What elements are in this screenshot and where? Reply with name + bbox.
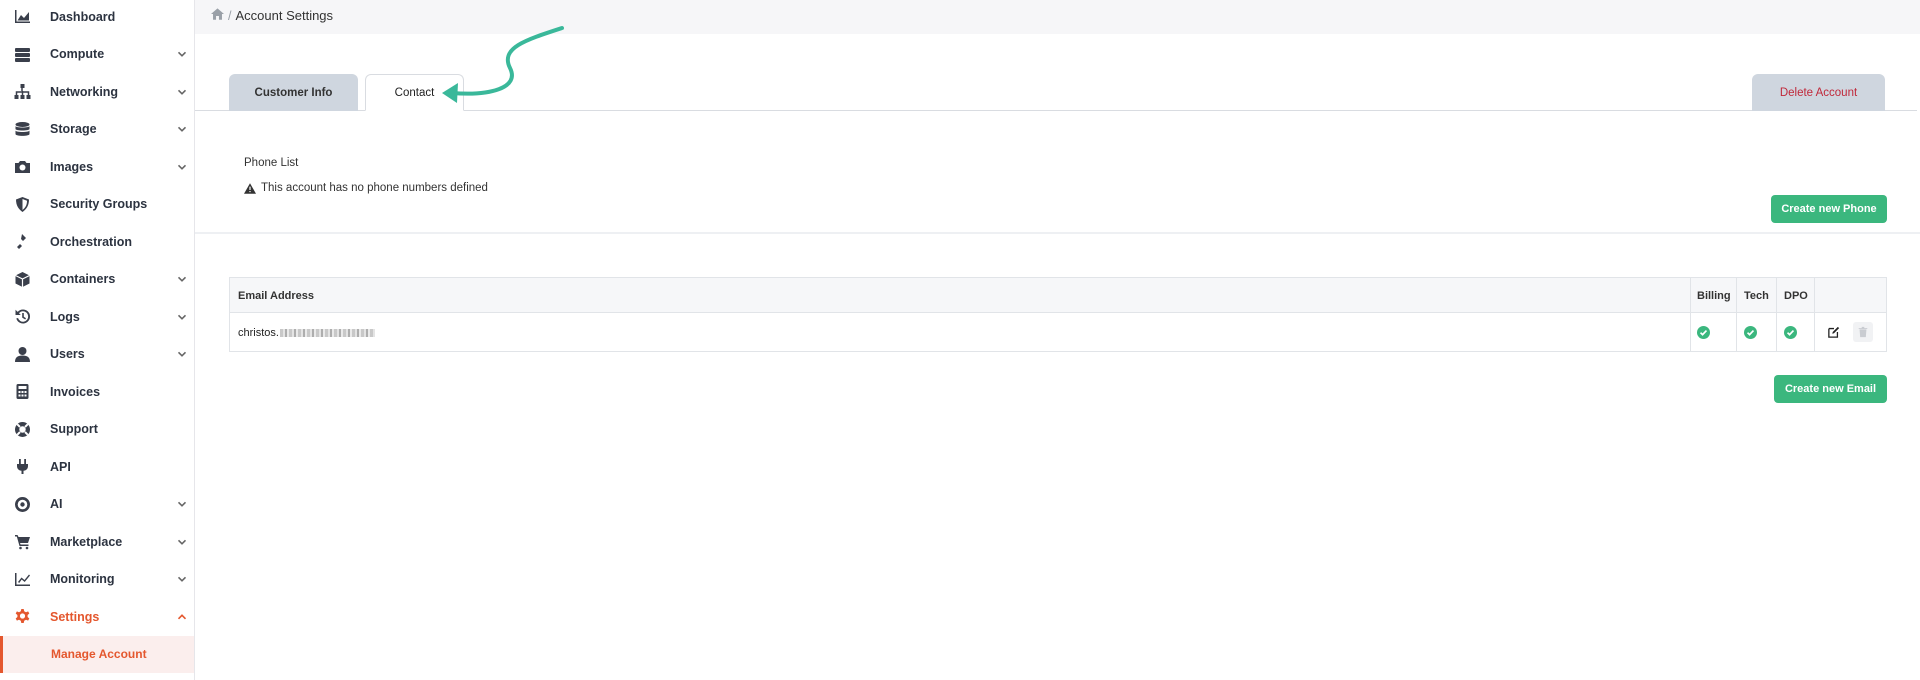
breadcrumb-separator: / <box>228 8 232 23</box>
email-table: Email Address Billing Tech DPO christos. <box>229 277 1887 352</box>
database-icon <box>12 119 32 139</box>
sidebar-item-label: Monitoring <box>50 572 115 586</box>
redacted-email <box>279 328 375 337</box>
sidebar-item-label: Storage <box>50 122 97 136</box>
create-email-button[interactable]: Create new Email <box>1774 375 1887 403</box>
server-icon <box>12 44 32 64</box>
chevron-down-icon <box>177 312 187 322</box>
sidebar-subitem-label: Manage Account <box>51 647 147 661</box>
create-phone-button[interactable]: Create new Phone <box>1771 195 1887 223</box>
line-chart-icon <box>12 569 32 589</box>
phone-empty-warning: This account has no phone numbers define… <box>244 182 488 194</box>
header-billing: Billing <box>1697 289 1731 302</box>
sidebar-item-label: Invoices <box>50 384 101 399</box>
sidebar-item-label: AI <box>50 497 63 511</box>
sidebar-item-users[interactable]: Users <box>0 336 194 373</box>
billing-check-icon <box>1697 326 1710 339</box>
phone-empty-message: This account has no phone numbers define… <box>261 182 488 194</box>
sidebar-item-dashboard[interactable]: Dashboard <box>0 0 194 35</box>
warning-icon <box>244 182 256 194</box>
email-table-header <box>230 278 1886 313</box>
delete-icon[interactable] <box>1853 322 1873 342</box>
dpo-check-icon <box>1784 326 1797 339</box>
ai-icon <box>12 494 32 514</box>
column-divider <box>1776 278 1777 351</box>
sidebar-item-compute[interactable]: Compute <box>0 36 194 73</box>
cart-icon <box>12 532 32 552</box>
sidebar-item-label: Orchestration <box>50 234 132 249</box>
breadcrumb-current: Account Settings <box>235 8 334 23</box>
sidebar-item-label: Networking <box>50 84 119 99</box>
table-row: christos. <box>238 314 375 351</box>
sidebar-item-networking[interactable]: Networking <box>0 73 194 110</box>
app-root: Dashboard Compute Networking Storage Images S… <box>0 0 1920 680</box>
header-dpo: DPO <box>1784 289 1808 302</box>
chevron-up-icon <box>177 612 187 622</box>
sidebar-item-security-groups[interactable]: Security Groups <box>0 186 194 223</box>
column-divider <box>1690 278 1691 351</box>
chevron-down-icon <box>177 87 187 97</box>
plug-icon <box>12 457 32 477</box>
chevron-down-icon <box>177 49 187 59</box>
sidebar-item-label: Support <box>50 422 98 436</box>
gear-icon <box>12 607 32 627</box>
sidebar-item-label: Images <box>50 159 94 174</box>
chevron-down-icon <box>177 162 187 172</box>
phone-list-title: Phone List <box>244 157 299 169</box>
sidebar-item-settings[interactable]: Settings <box>0 598 194 635</box>
section-divider <box>195 232 1920 234</box>
sidebar-item-label: Compute <box>50 47 105 61</box>
sidebar-item-marketplace[interactable]: Marketplace <box>0 523 194 560</box>
sidebar: Dashboard Compute Networking Storage Images S… <box>0 0 195 680</box>
chevron-down-icon <box>177 274 187 284</box>
sidebar-item-label: API <box>50 459 71 474</box>
cube-icon <box>12 269 32 289</box>
tab-delete-account[interactable]: Delete Account <box>1752 74 1885 111</box>
orchestration-icon <box>12 232 32 252</box>
sidebar-item-logs[interactable]: Logs <box>0 298 194 335</box>
sidebar-item-ai[interactable]: AI <box>0 486 194 523</box>
sidebar-item-support[interactable]: Support <box>0 411 194 448</box>
network-icon <box>12 82 32 102</box>
sidebar-item-label: Dashboard <box>50 9 116 24</box>
chevron-down-icon <box>177 499 187 509</box>
sidebar-item-containers[interactable]: Containers <box>0 261 194 298</box>
calculator-icon <box>12 382 32 402</box>
sidebar-item-label: Logs <box>50 309 80 324</box>
user-icon <box>12 344 32 364</box>
sidebar-item-label: Marketplace <box>50 534 123 549</box>
email-address: christos. <box>238 326 279 339</box>
header-tech: Tech <box>1744 289 1769 302</box>
sidebar-item-label: Security Groups <box>50 197 148 211</box>
header-email-address: Email Address <box>238 289 315 302</box>
sidebar-item-label: Users <box>50 347 85 361</box>
column-divider <box>1814 278 1815 351</box>
sidebar-item-orchestration[interactable]: Orchestration <box>0 223 194 260</box>
edit-icon[interactable] <box>1824 322 1844 342</box>
camera-icon <box>12 157 32 177</box>
column-divider <box>1736 278 1737 351</box>
annotation-arrow-icon <box>442 26 564 103</box>
chevron-down-icon <box>177 124 187 134</box>
tab-customer-info[interactable]: Customer Info <box>229 74 358 111</box>
sidebar-subitem-manage-account[interactable]: Manage Account <box>0 635 194 673</box>
sidebar-item-invoices[interactable]: Invoices <box>0 373 194 410</box>
history-icon <box>12 307 32 327</box>
sidebar-item-storage[interactable]: Storage <box>0 111 194 148</box>
chevron-down-icon <box>177 574 187 584</box>
sidebar-item-label: Containers <box>50 272 116 286</box>
sidebar-item-images[interactable]: Images <box>0 148 194 185</box>
lifebuoy-icon <box>12 419 32 439</box>
sidebar-item-label: Settings <box>50 609 100 624</box>
chevron-down-icon <box>177 349 187 359</box>
home-icon[interactable] <box>211 8 224 23</box>
chevron-down-icon <box>177 537 187 547</box>
tech-check-icon <box>1744 326 1757 339</box>
sidebar-item-api[interactable]: API <box>0 448 194 485</box>
chart-area-icon <box>12 7 32 27</box>
sidebar-item-monitoring[interactable]: Monitoring <box>0 561 194 598</box>
shield-icon <box>12 194 32 214</box>
breadcrumb: / Account Settings <box>211 8 333 23</box>
